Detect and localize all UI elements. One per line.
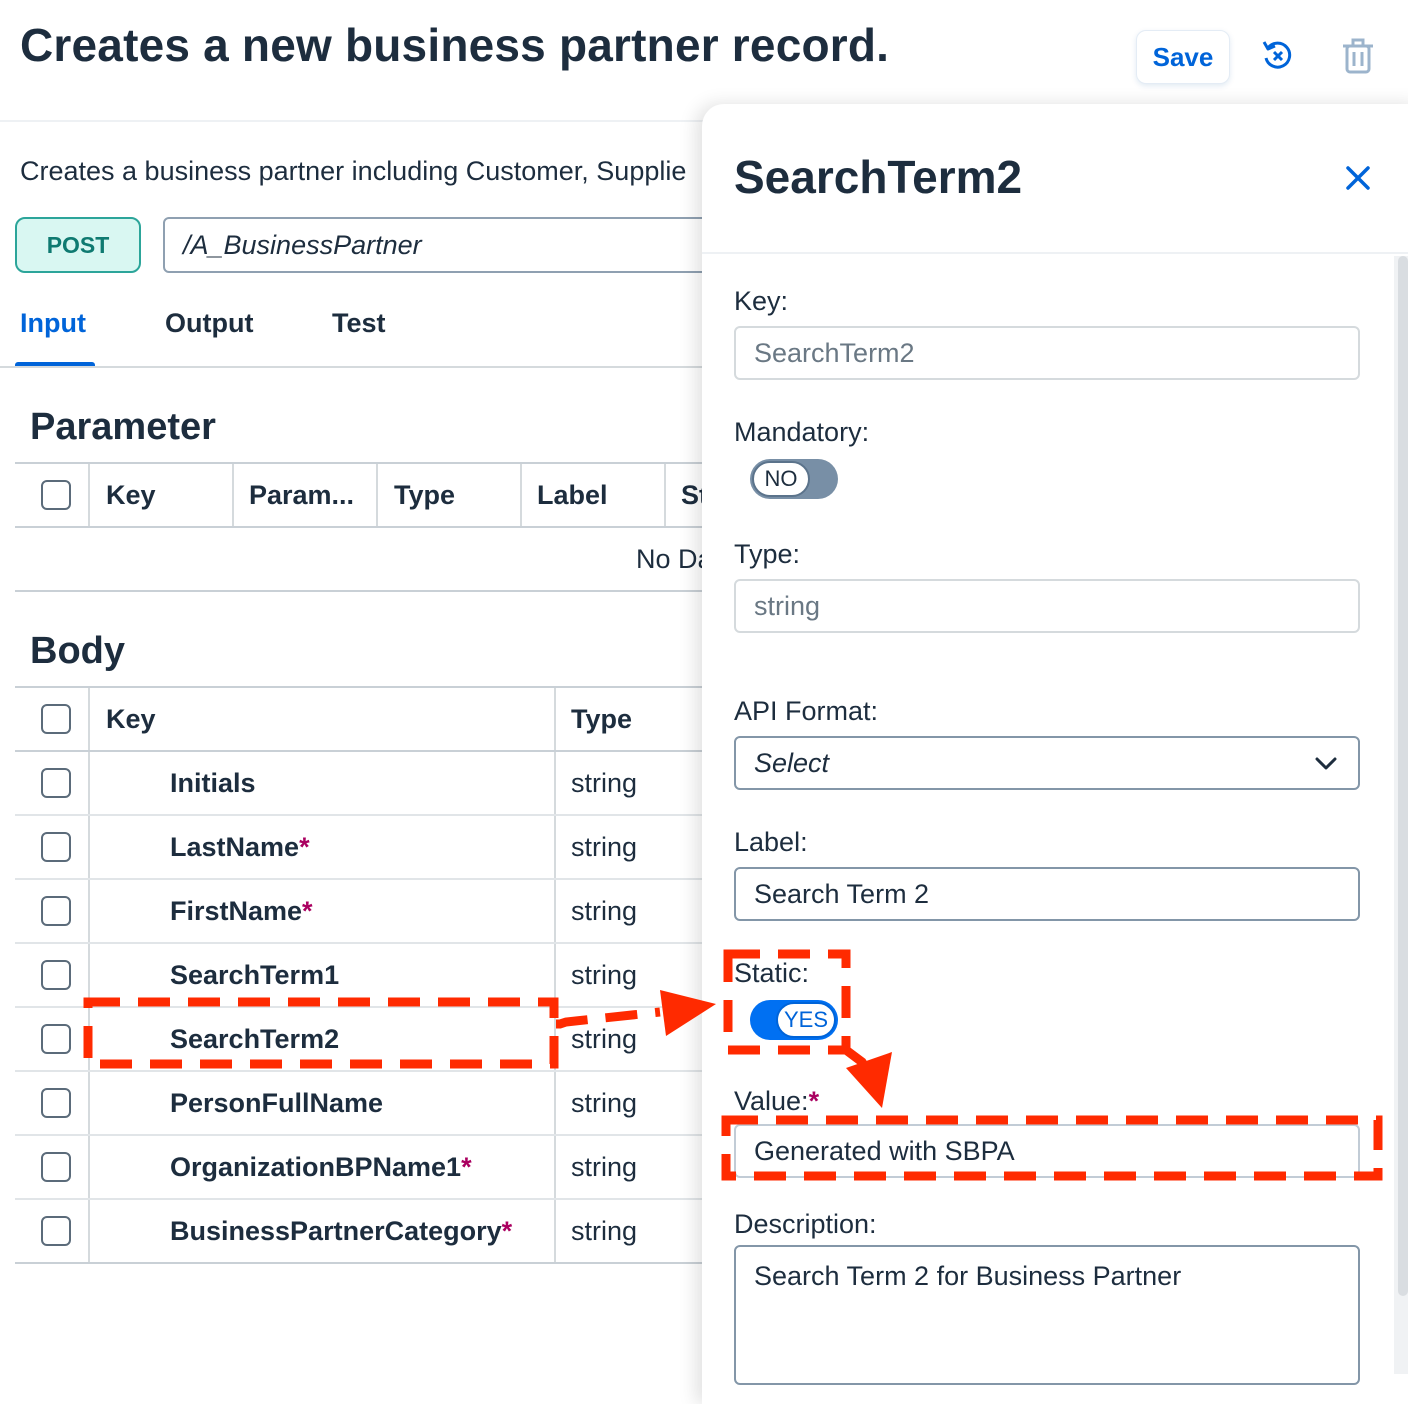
table-border (15, 462, 715, 464)
table-border (15, 590, 715, 592)
table-row-key[interactable]: SearchTerm2 (170, 1024, 339, 1055)
static-label: Static: (734, 958, 810, 988)
scrollbar-thumb[interactable] (1398, 256, 1408, 1296)
mandatory-toggle-state[interactable]: NO (752, 461, 810, 497)
table-border (15, 750, 715, 752)
row-checkbox[interactable] (41, 768, 71, 798)
path-input[interactable]: /A_BusinessPartner (163, 217, 723, 273)
table-border (15, 526, 715, 528)
api-format-select[interactable]: Select (734, 736, 1360, 790)
description-textarea[interactable]: Search Term 2 for Business Partner (734, 1245, 1360, 1385)
reset-icon[interactable] (1258, 36, 1298, 76)
column-divider (664, 464, 666, 526)
row-checkbox[interactable] (41, 1216, 71, 1246)
row-divider (15, 1134, 715, 1136)
row-divider (15, 1070, 715, 1072)
type-label: Type: (734, 539, 801, 569)
type-field[interactable]: string (734, 579, 1360, 633)
row-checkbox[interactable] (41, 832, 71, 862)
select-all-checkbox[interactable] (41, 480, 71, 510)
table-border (15, 686, 715, 688)
chevron-down-icon[interactable] (1312, 750, 1340, 778)
method-badge: POST (15, 217, 141, 273)
description-label: Description: (734, 1209, 877, 1239)
table-row-type: string (571, 960, 638, 990)
trash-icon[interactable] (1338, 36, 1378, 76)
key-field[interactable]: SearchTerm2 (734, 326, 1360, 380)
table-row-type: string (571, 832, 638, 862)
action-description: Creates a business partner including Cus… (20, 156, 687, 186)
table-row-key[interactable]: OrganizationBPName1* (170, 1152, 472, 1183)
row-checkbox[interactable] (41, 1152, 71, 1182)
table-row-type: string (571, 1024, 638, 1054)
column-header-parameter[interactable]: Param... (249, 480, 354, 511)
column-divider (232, 464, 234, 526)
column-divider (376, 464, 378, 526)
column-divider (554, 688, 556, 750)
table-row-type: string (571, 1152, 638, 1182)
row-divider (15, 1006, 715, 1008)
tab-input[interactable]: Input (20, 308, 86, 339)
tab-output[interactable]: Output (165, 308, 253, 339)
panel-title: SearchTerm2 (734, 151, 1023, 203)
table-row-key[interactable]: LastName* (170, 832, 310, 863)
body-section-title: Body (30, 630, 125, 672)
key-label: Key: (734, 286, 789, 316)
value-field[interactable]: Generated with SBPA (734, 1124, 1360, 1178)
mandatory-label: Mandatory: (734, 417, 870, 447)
page-title: Creates a new business partner record. (20, 19, 890, 71)
annotation-dashed-connector (556, 1007, 661, 1029)
value-label: Value:* (734, 1086, 820, 1116)
column-divider (88, 688, 90, 750)
table-row-key[interactable]: Initials (170, 768, 256, 799)
column-header-label[interactable]: Label (537, 480, 608, 511)
close-icon[interactable] (1340, 160, 1376, 196)
select-all-checkbox[interactable] (41, 704, 71, 734)
table-row-type: string (571, 1088, 638, 1118)
panel-header-divider (702, 252, 1408, 254)
row-divider (15, 814, 715, 816)
table-row-key[interactable]: FirstName* (170, 896, 313, 927)
row-divider (15, 878, 715, 880)
column-header-type[interactable]: Type (394, 480, 455, 511)
row-checkbox[interactable] (41, 1088, 71, 1118)
label-label: Label: (734, 827, 808, 857)
table-row-type: string (571, 896, 638, 926)
column-divider (88, 464, 90, 526)
row-divider (15, 1198, 715, 1200)
row-checkbox[interactable] (41, 960, 71, 990)
table-border (15, 1262, 715, 1264)
api-format-label: API Format: (734, 696, 879, 726)
column-header-key[interactable]: Key (106, 704, 156, 735)
table-row-type: string (571, 768, 638, 798)
table-row-key[interactable]: SearchTerm1 (170, 960, 339, 991)
row-checkbox[interactable] (41, 1024, 71, 1054)
column-header-key[interactable]: Key (106, 480, 156, 511)
table-row-type: string (571, 1216, 638, 1246)
parameter-section-title: Parameter (30, 406, 216, 448)
label-field[interactable]: Search Term 2 (734, 867, 1360, 921)
save-button[interactable]: Save (1136, 30, 1230, 84)
column-divider (520, 464, 522, 526)
row-checkbox[interactable] (41, 896, 71, 926)
table-row-key[interactable]: PersonFullName (170, 1088, 383, 1119)
table-row-key[interactable]: BusinessPartnerCategory* (170, 1216, 512, 1247)
column-header-type[interactable]: Type (571, 704, 632, 735)
tab-test[interactable]: Test (332, 308, 386, 339)
row-divider (15, 942, 715, 944)
tabs-divider (0, 366, 720, 368)
static-toggle-state[interactable]: YES (776, 1002, 836, 1038)
